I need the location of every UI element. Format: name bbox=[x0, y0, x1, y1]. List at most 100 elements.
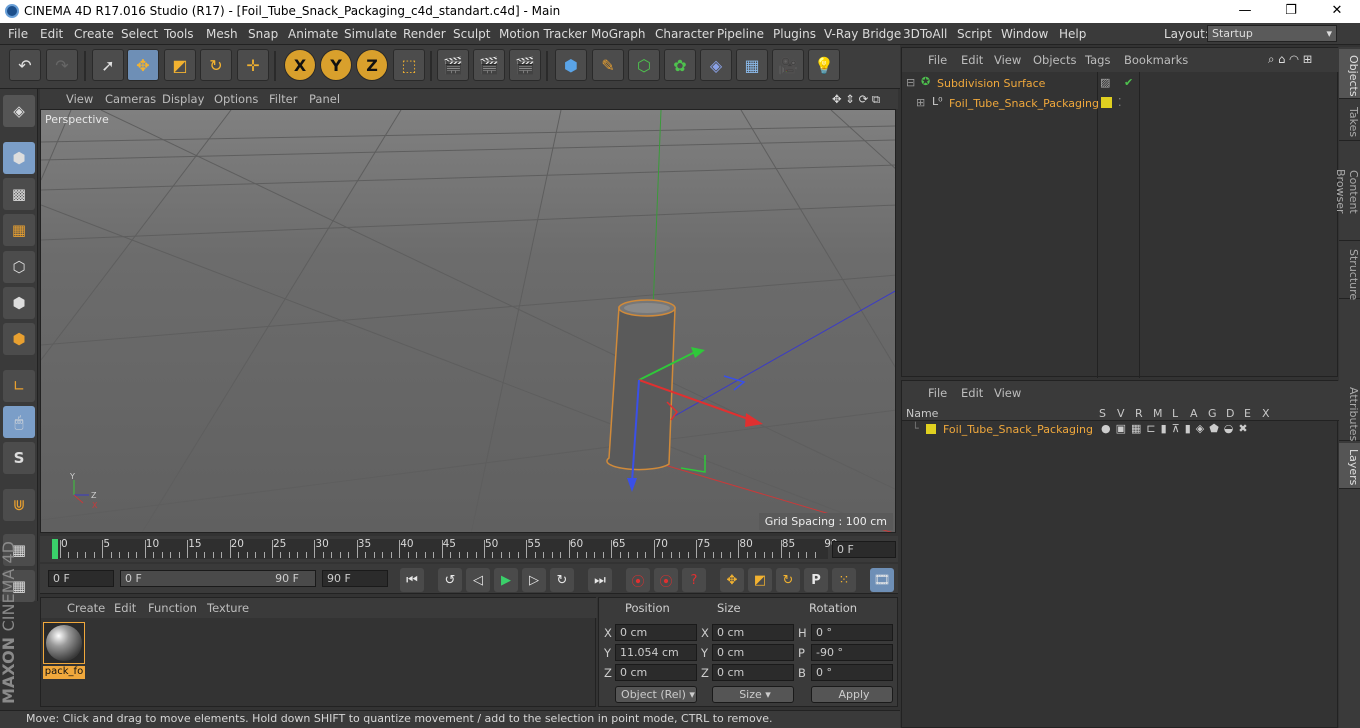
menu-create[interactable]: Create bbox=[74, 27, 114, 41]
z-axis-icon[interactable]: Z bbox=[356, 49, 388, 81]
layer-flag-icons[interactable]: ●▣▦⊏▮⊼▮◈⬟◒✖ bbox=[1101, 422, 1253, 435]
minimize-icon[interactable]: — bbox=[1222, 0, 1268, 23]
object-menu-objects[interactable]: Objects bbox=[1033, 53, 1076, 67]
previous-key-icon[interactable]: ↺ bbox=[438, 568, 462, 592]
menu-pipeline[interactable]: Pipeline bbox=[717, 27, 764, 41]
menu-tools[interactable]: Tools bbox=[164, 27, 194, 41]
coordinate-system-icon[interactable]: ⬚ bbox=[393, 49, 425, 81]
timeline-ruler[interactable]: 0 5 10 15 20 25 30 35 40 45 50 55 60 65 70 75 80 85 90 0 F bbox=[40, 536, 898, 562]
texture-mode-icon[interactable]: ▩ bbox=[3, 178, 35, 210]
pen-icon[interactable]: ✎ bbox=[592, 49, 624, 81]
points-mode-icon[interactable]: ⬡ bbox=[3, 251, 35, 283]
col-x[interactable]: X bbox=[1262, 407, 1270, 420]
record-active-icon[interactable]: ⦿ bbox=[626, 568, 650, 592]
play-icon[interactable]: ▶ bbox=[494, 568, 518, 592]
menu-window[interactable]: Window bbox=[1001, 27, 1048, 41]
menu-motion-tracker[interactable]: Motion Tracker bbox=[499, 27, 587, 41]
light-icon[interactable]: 💡 bbox=[808, 49, 840, 81]
redo-icon[interactable]: ↷ bbox=[46, 49, 78, 81]
menu-sculpt[interactable]: Sculpt bbox=[453, 27, 490, 41]
tab-content-browser[interactable]: Content Browser bbox=[1334, 143, 1360, 241]
model-mode-icon[interactable]: ⬢ bbox=[3, 142, 35, 174]
viewport-menu-display[interactable]: Display bbox=[162, 92, 204, 106]
foil-tube-model[interactable] bbox=[606, 299, 676, 471]
tab-layers[interactable]: Layers bbox=[1339, 443, 1360, 489]
scale-icon[interactable]: ◩ bbox=[164, 49, 196, 81]
material-menu-edit[interactable]: Edit bbox=[114, 601, 136, 615]
key-scale-icon[interactable]: ◩ bbox=[748, 568, 772, 592]
floor-icon[interactable]: ▦ bbox=[736, 49, 768, 81]
object-menu-file[interactable]: File bbox=[928, 53, 947, 67]
snap-icon[interactable]: ⋓ bbox=[3, 489, 35, 521]
viewport-menu-view[interactable]: View bbox=[66, 92, 93, 106]
subdivision-icon[interactable]: ⬡ bbox=[628, 49, 660, 81]
material-item[interactable]: pack_fo bbox=[43, 622, 85, 679]
menu-3dtoall[interactable]: 3DToAll bbox=[903, 27, 947, 41]
key-position-icon[interactable]: ✥ bbox=[720, 568, 744, 592]
layer-menu-edit[interactable]: Edit bbox=[961, 386, 983, 400]
go-to-end-icon[interactable]: ⏭ bbox=[588, 568, 612, 592]
timeline-window-icon[interactable]: 🎞 bbox=[870, 568, 894, 592]
next-key-icon[interactable]: ↻ bbox=[550, 568, 574, 592]
make-editable-icon[interactable]: ◈ bbox=[3, 95, 35, 127]
layer-color-swatch[interactable] bbox=[926, 424, 936, 434]
maximize-icon[interactable]: ❐ bbox=[1268, 0, 1314, 23]
viewport-perspective[interactable]: Y Z X Perspective Grid Spacing : 100 cm bbox=[40, 109, 896, 533]
menu-character[interactable]: Character bbox=[655, 27, 714, 41]
polygons-mode-icon[interactable]: ⬢ bbox=[3, 323, 35, 355]
viewport-menu-filter[interactable]: Filter bbox=[269, 92, 297, 106]
key-parameter-icon[interactable]: P bbox=[804, 568, 828, 592]
camera-icon[interactable]: 🎥 bbox=[772, 49, 804, 81]
menu-help[interactable]: Help bbox=[1059, 27, 1086, 41]
size-z-field[interactable]: 0 cm bbox=[712, 664, 794, 681]
layer-menu-file[interactable]: File bbox=[928, 386, 947, 400]
rotation-b-field[interactable]: 0 ° bbox=[811, 664, 893, 681]
col-s[interactable]: S bbox=[1099, 407, 1106, 420]
object-menu-edit[interactable]: Edit bbox=[961, 53, 983, 67]
x-axis-icon[interactable]: X bbox=[284, 49, 316, 81]
menu-simulate[interactable]: Simulate bbox=[344, 27, 397, 41]
layer-menu-view[interactable]: View bbox=[994, 386, 1021, 400]
tweak-mode-icon[interactable]: 🖱 bbox=[3, 406, 35, 438]
viewport-menu-options[interactable]: Options bbox=[214, 92, 258, 106]
col-a[interactable]: A bbox=[1190, 407, 1198, 420]
col-g[interactable]: G bbox=[1208, 407, 1217, 420]
render-picture-viewer-icon[interactable]: 🎬 bbox=[473, 49, 505, 81]
menu-mograph[interactable]: MoGraph bbox=[591, 27, 646, 41]
visibility-dots-icon[interactable]: ⁚ bbox=[1118, 96, 1122, 109]
position-z-field[interactable]: 0 cm bbox=[615, 664, 697, 681]
start-frame-field[interactable]: 0 F bbox=[48, 570, 114, 587]
cube-icon[interactable]: ⬢ bbox=[555, 49, 587, 81]
render-view-icon[interactable]: 🎬 bbox=[437, 49, 469, 81]
col-e[interactable]: E bbox=[1244, 407, 1251, 420]
axis-mode-icon[interactable]: ∟ bbox=[3, 370, 35, 402]
next-frame-icon[interactable]: ▷ bbox=[522, 568, 546, 592]
rotate-icon[interactable]: ↻ bbox=[200, 49, 232, 81]
menu-plugins[interactable]: Plugins bbox=[773, 27, 816, 41]
recent-tools-icon[interactable]: ✛ bbox=[237, 49, 269, 81]
layer-row[interactable]: └ Foil_Tube_Snack_Packaging ●▣▦⊏▮⊼▮◈⬟◒✖ bbox=[902, 422, 1339, 438]
size-x-field[interactable]: 0 cm bbox=[712, 624, 794, 641]
object-row[interactable]: ⊞ L⁰ Foil_Tube_Snack_Packaging ⁚ bbox=[902, 94, 1339, 112]
col-d[interactable]: D bbox=[1226, 407, 1234, 420]
size-mode-select[interactable]: Size ▾ bbox=[712, 686, 794, 703]
key-rotation-icon[interactable]: ↻ bbox=[776, 568, 800, 592]
tab-attributes[interactable]: Attributes bbox=[1339, 381, 1360, 441]
position-x-field[interactable]: 0 cm bbox=[615, 624, 697, 641]
y-axis-icon[interactable]: Y bbox=[320, 49, 352, 81]
keyframe-selection-icon[interactable]: ? bbox=[682, 568, 706, 592]
render-settings-icon[interactable]: 🎬 bbox=[509, 49, 541, 81]
menu-file[interactable]: File bbox=[8, 27, 28, 41]
edges-mode-icon[interactable]: ⬢ bbox=[3, 287, 35, 319]
workplane-icon[interactable]: ▦ bbox=[3, 214, 35, 246]
undo-icon[interactable]: ↶ bbox=[9, 49, 41, 81]
position-y-field[interactable]: 11.054 cm bbox=[615, 644, 697, 661]
frame-range-slider[interactable]: 0 F 90 F bbox=[120, 570, 316, 587]
tab-takes[interactable]: Takes bbox=[1339, 101, 1360, 141]
material-menu-texture[interactable]: Texture bbox=[207, 601, 249, 615]
playhead[interactable] bbox=[52, 539, 58, 559]
material-menu-create[interactable]: Create bbox=[67, 601, 105, 615]
layer-color-swatch[interactable] bbox=[1101, 97, 1112, 108]
layout-select[interactable]: Startup ▾ bbox=[1207, 25, 1337, 42]
menu-edit[interactable]: Edit bbox=[40, 27, 63, 41]
